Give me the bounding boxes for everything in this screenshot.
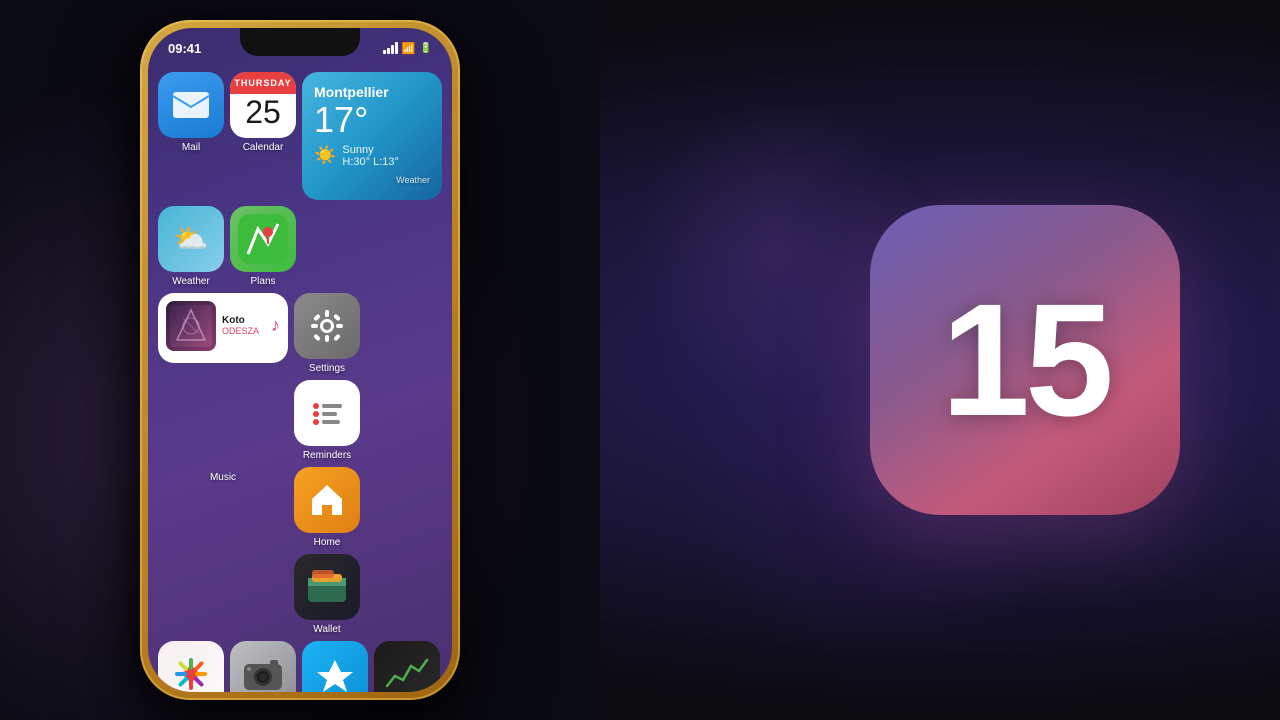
- weather-app-label: Weather: [172, 276, 210, 287]
- home-label: Home: [314, 537, 341, 548]
- sun-icon: ☀️: [314, 145, 336, 166]
- music-song: Koto: [222, 315, 265, 326]
- ios15-logo-icon: 15: [870, 205, 1180, 515]
- calendar-icon: THURSDAY 25: [230, 72, 296, 138]
- mail-icon: [158, 72, 224, 138]
- appstore-app[interactable]: App Store: [302, 641, 368, 692]
- weather-app-icon: ⛅: [158, 206, 224, 272]
- phone-screen: 09:41 📶 🔋: [148, 28, 452, 692]
- app-row-2: ⛅ Weather Plans: [158, 206, 442, 287]
- wallet-icon: [294, 554, 360, 620]
- cloud-sun-icon: ⛅: [174, 222, 209, 255]
- weather-city: Montpellier: [314, 84, 430, 100]
- music-widget[interactable]: Koto ODESZA ♪: [158, 293, 288, 363]
- reminders-icon: [294, 380, 360, 446]
- status-time: 09:41: [168, 41, 201, 56]
- mail-app[interactable]: Mail: [158, 72, 224, 153]
- settings-label: Settings: [309, 363, 345, 374]
- appstore-icon: [302, 641, 368, 692]
- music-label: Music: [210, 472, 236, 483]
- app-grid: Mail THURSDAY 25 Calendar Montpellier 17…: [158, 72, 442, 682]
- album-art: [166, 301, 216, 351]
- phone-mockup: 09:41 📶 🔋: [140, 20, 460, 700]
- music-app-label-container: Music: [158, 467, 288, 485]
- maps-icon: [230, 206, 296, 272]
- weather-app[interactable]: ⛅ Weather: [158, 206, 224, 287]
- battery-icon: 🔋: [420, 43, 432, 54]
- music-note-icon: ♪: [271, 315, 280, 336]
- wifi-icon: 📶: [402, 42, 416, 55]
- home-icon: [294, 467, 360, 533]
- app-row-1: Mail THURSDAY 25 Calendar Montpellier 17…: [158, 72, 442, 200]
- status-icons: 📶 🔋: [383, 42, 432, 55]
- weather-high-low: H:30° L:13°: [342, 156, 399, 168]
- maps-app[interactable]: Plans: [230, 206, 296, 287]
- weather-condition: Sunny: [342, 144, 399, 156]
- ios15-number: 15: [941, 268, 1109, 452]
- reminders-label: Reminders: [303, 450, 351, 461]
- calendar-day-name: THURSDAY: [230, 72, 296, 94]
- camera-icon: [230, 641, 296, 692]
- photos-icon: [158, 641, 224, 692]
- camera-app[interactable]: Camera: [230, 641, 296, 692]
- music-info: Koto ODESZA ♪: [166, 301, 280, 351]
- reminders-app[interactable]: Reminders: [294, 380, 360, 461]
- album-art-inner: [170, 305, 212, 347]
- phone-notch: [240, 28, 360, 56]
- wallet-label: Wallet: [313, 624, 340, 635]
- app-row-4: Music Home: [158, 467, 442, 635]
- app-row-5: Photos Camera: [158, 641, 442, 692]
- mail-label: Mail: [182, 142, 200, 153]
- weather-temp: 17°: [314, 100, 430, 140]
- weather-widget[interactable]: Montpellier 17° ☀️ Sunny H:30° L:13° Wea…: [302, 72, 442, 200]
- calendar-day-number: 25: [245, 96, 281, 128]
- music-artist-name: ODESZA: [222, 326, 265, 336]
- home-wallet-col: Home Wallet: [294, 467, 360, 635]
- weather-detail: ☀️ Sunny H:30° L:13°: [314, 144, 430, 168]
- calendar-label: Calendar: [243, 142, 284, 153]
- calendar-app[interactable]: THURSDAY 25 Calendar: [230, 72, 296, 153]
- settings-icon: [294, 293, 360, 359]
- stocks-icon: [374, 641, 440, 692]
- photos-app[interactable]: Photos: [158, 641, 224, 692]
- stocks-app[interactable]: Stocks: [374, 641, 440, 692]
- plans-label: Plans: [250, 276, 275, 287]
- settings-app[interactable]: Settings: [294, 293, 360, 374]
- weather-widget-label: Weather: [396, 175, 430, 185]
- signal-icon: [383, 42, 398, 54]
- music-text: Koto ODESZA: [222, 315, 265, 336]
- wallet-app[interactable]: Wallet: [294, 554, 360, 635]
- settings-reminders-col: Settings: [294, 293, 360, 461]
- app-row-3: Koto ODESZA ♪: [158, 293, 442, 461]
- home-app[interactable]: Home: [294, 467, 360, 548]
